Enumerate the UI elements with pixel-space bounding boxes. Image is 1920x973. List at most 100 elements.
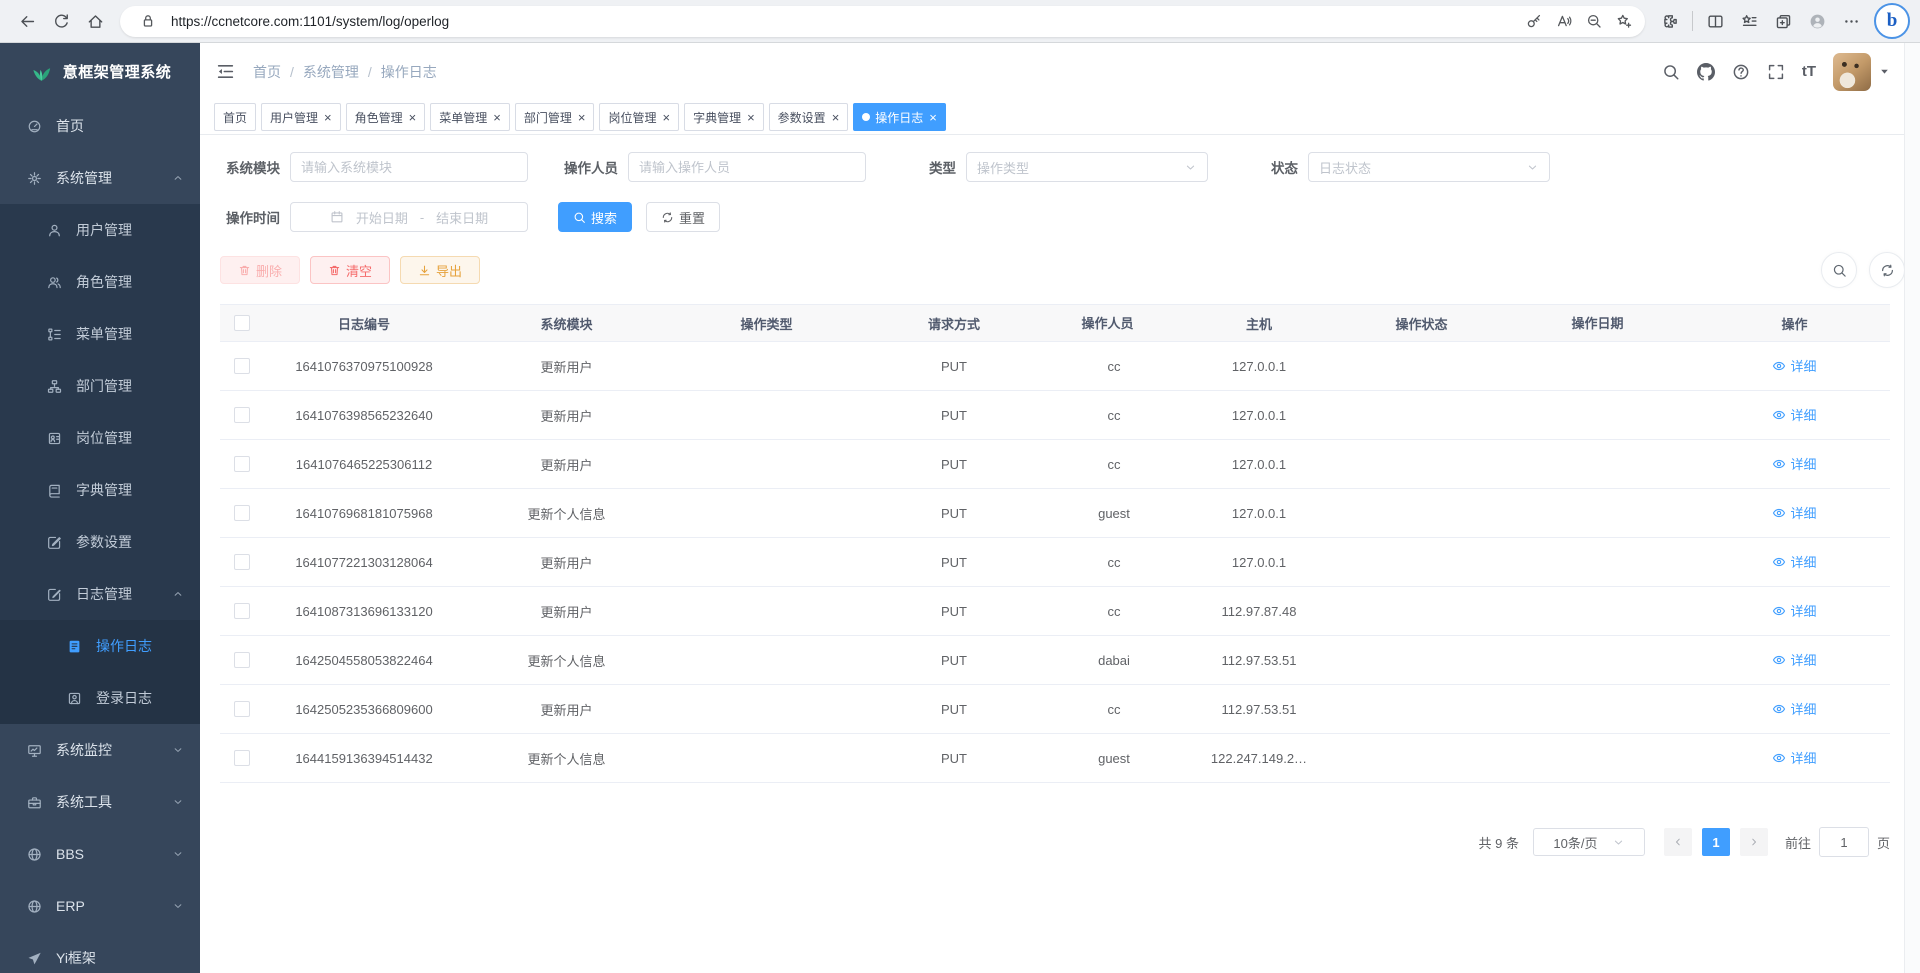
- row-checkbox[interactable]: [234, 456, 250, 472]
- close-icon[interactable]: ×: [832, 111, 840, 124]
- address-bar[interactable]: https://ccnetcore.com:1101/system/log/op…: [120, 6, 1645, 37]
- password-key-icon[interactable]: [1519, 7, 1549, 35]
- select-all-checkbox[interactable]: [234, 315, 250, 331]
- close-icon[interactable]: ×: [747, 111, 755, 124]
- type-select[interactable]: 操作类型: [966, 152, 1208, 182]
- next-page-button[interactable]: [1740, 828, 1768, 856]
- extensions-icon[interactable]: [1653, 4, 1687, 38]
- add-favorite-icon[interactable]: [1609, 7, 1639, 35]
- row-checkbox[interactable]: [234, 652, 250, 668]
- refresh-icon[interactable]: [44, 4, 78, 38]
- column-header[interactable]: 操作人员: [1044, 305, 1184, 342]
- operator-input[interactable]: [628, 152, 866, 182]
- tab-post-mgmt[interactable]: 岗位管理×: [599, 103, 679, 131]
- close-icon[interactable]: ×: [662, 111, 670, 124]
- sidebar-item-param-settings[interactable]: 参数设置: [0, 516, 200, 568]
- lock-icon[interactable]: [133, 7, 163, 35]
- sidebar-item-bbs[interactable]: BBS: [0, 828, 200, 880]
- row-checkbox[interactable]: [234, 505, 250, 521]
- sidebar-item-system-mgmt[interactable]: 系统管理: [0, 152, 200, 204]
- search-button[interactable]: 搜索: [558, 202, 632, 232]
- scrollbar[interactable]: [1904, 43, 1920, 973]
- sidebar-item-user-mgmt[interactable]: 用户管理: [0, 204, 200, 256]
- module-input[interactable]: [290, 152, 528, 182]
- column-header[interactable]: 操作日期: [1509, 305, 1699, 342]
- sidebar-item-login-log[interactable]: 登录日志: [0, 672, 200, 724]
- sidebar-item-menu-mgmt[interactable]: 菜单管理: [0, 308, 200, 360]
- sidebar-item-dept-mgmt[interactable]: 部门管理: [0, 360, 200, 412]
- sidebar-item-dict-mgmt[interactable]: 字典管理: [0, 464, 200, 516]
- tab-param-settings[interactable]: 参数设置×: [769, 103, 849, 131]
- browser-profile-icon[interactable]: [1800, 4, 1834, 38]
- delete-button[interactable]: 删除: [220, 256, 300, 284]
- detail-link[interactable]: 详细: [1772, 552, 1816, 571]
- sort-carets-icon[interactable]: [1139, 315, 1147, 333]
- tab-menu-mgmt[interactable]: 菜单管理×: [430, 103, 510, 131]
- close-icon[interactable]: ×: [578, 111, 586, 124]
- bing-chat-icon[interactable]: [1874, 3, 1910, 39]
- close-icon[interactable]: ×: [409, 111, 417, 124]
- search-icon[interactable]: [1662, 63, 1680, 81]
- sidebar-item-home[interactable]: 首页: [0, 100, 200, 152]
- row-checkbox[interactable]: [234, 701, 250, 717]
- tab-role-mgmt[interactable]: 角色管理×: [346, 103, 426, 131]
- date-range-input[interactable]: 开始日期 - 结束日期: [290, 202, 528, 232]
- collections-icon[interactable]: [1766, 4, 1800, 38]
- close-icon[interactable]: ×: [324, 111, 332, 124]
- search-toggle-button[interactable]: [1821, 252, 1857, 288]
- tab-oper-log[interactable]: 操作日志×: [853, 103, 946, 131]
- user-avatar[interactable]: [1833, 53, 1871, 91]
- sidebar-item-log-mgmt[interactable]: 日志管理: [0, 568, 200, 620]
- detail-link[interactable]: 详细: [1772, 601, 1816, 620]
- detail-link[interactable]: 详细: [1772, 356, 1816, 375]
- export-button[interactable]: 导出: [400, 256, 480, 284]
- breadcrumb-home[interactable]: 首页: [253, 62, 281, 82]
- tab-user-mgmt[interactable]: 用户管理×: [261, 103, 341, 131]
- row-checkbox[interactable]: [234, 407, 250, 423]
- sidebar-item-system-monitor[interactable]: 系统监控: [0, 724, 200, 776]
- home-icon[interactable]: [78, 4, 112, 38]
- status-select[interactable]: 日志状态: [1308, 152, 1550, 182]
- detail-link[interactable]: 详细: [1772, 503, 1816, 522]
- github-icon[interactable]: [1697, 63, 1715, 81]
- prev-page-button[interactable]: [1664, 828, 1692, 856]
- row-checkbox[interactable]: [234, 603, 250, 619]
- collapse-menu-icon[interactable]: [216, 62, 235, 81]
- row-checkbox[interactable]: [234, 554, 250, 570]
- help-icon[interactable]: [1732, 63, 1750, 81]
- detail-link[interactable]: 详细: [1772, 405, 1816, 424]
- favorites-icon[interactable]: [1732, 4, 1766, 38]
- row-checkbox[interactable]: [234, 358, 250, 374]
- row-checkbox[interactable]: [234, 750, 250, 766]
- more-options-icon[interactable]: [1834, 4, 1868, 38]
- sidebar-item-role-mgmt[interactable]: 角色管理: [0, 256, 200, 308]
- zoom-out-icon[interactable]: [1579, 7, 1609, 35]
- sidebar-item-erp[interactable]: ERP: [0, 880, 200, 932]
- tab-home[interactable]: 首页: [214, 103, 256, 131]
- close-icon[interactable]: ×: [929, 111, 937, 124]
- back-icon[interactable]: [10, 4, 44, 38]
- sidebar-item-yi-framework[interactable]: Yi框架: [0, 932, 200, 973]
- clear-button[interactable]: 清空: [310, 256, 390, 284]
- refresh-table-button[interactable]: [1869, 252, 1905, 288]
- detail-link[interactable]: 详细: [1772, 650, 1816, 669]
- read-aloud-icon[interactable]: [1549, 7, 1579, 35]
- split-screen-icon[interactable]: [1698, 4, 1732, 38]
- caret-down-icon[interactable]: [1879, 66, 1890, 77]
- close-icon[interactable]: ×: [493, 111, 501, 124]
- goto-page-input[interactable]: [1819, 827, 1869, 857]
- detail-link[interactable]: 详细: [1772, 748, 1816, 767]
- tab-dept-mgmt[interactable]: 部门管理×: [515, 103, 595, 131]
- reset-button[interactable]: 重置: [646, 202, 720, 232]
- sidebar-item-oper-log[interactable]: 操作日志: [0, 620, 200, 672]
- font-size-icon[interactable]: tT: [1802, 63, 1816, 80]
- tab-dict-mgmt[interactable]: 字典管理×: [684, 103, 764, 131]
- sidebar-item-post-mgmt[interactable]: 岗位管理: [0, 412, 200, 464]
- fullscreen-icon[interactable]: [1767, 63, 1785, 81]
- page-number-1[interactable]: 1: [1702, 828, 1730, 856]
- detail-link[interactable]: 详细: [1772, 699, 1816, 718]
- sidebar-item-system-tools[interactable]: 系统工具: [0, 776, 200, 828]
- detail-link[interactable]: 详细: [1772, 454, 1816, 473]
- sort-carets-icon[interactable]: [1629, 315, 1637, 333]
- page-size-select[interactable]: 10条/页: [1533, 828, 1645, 856]
